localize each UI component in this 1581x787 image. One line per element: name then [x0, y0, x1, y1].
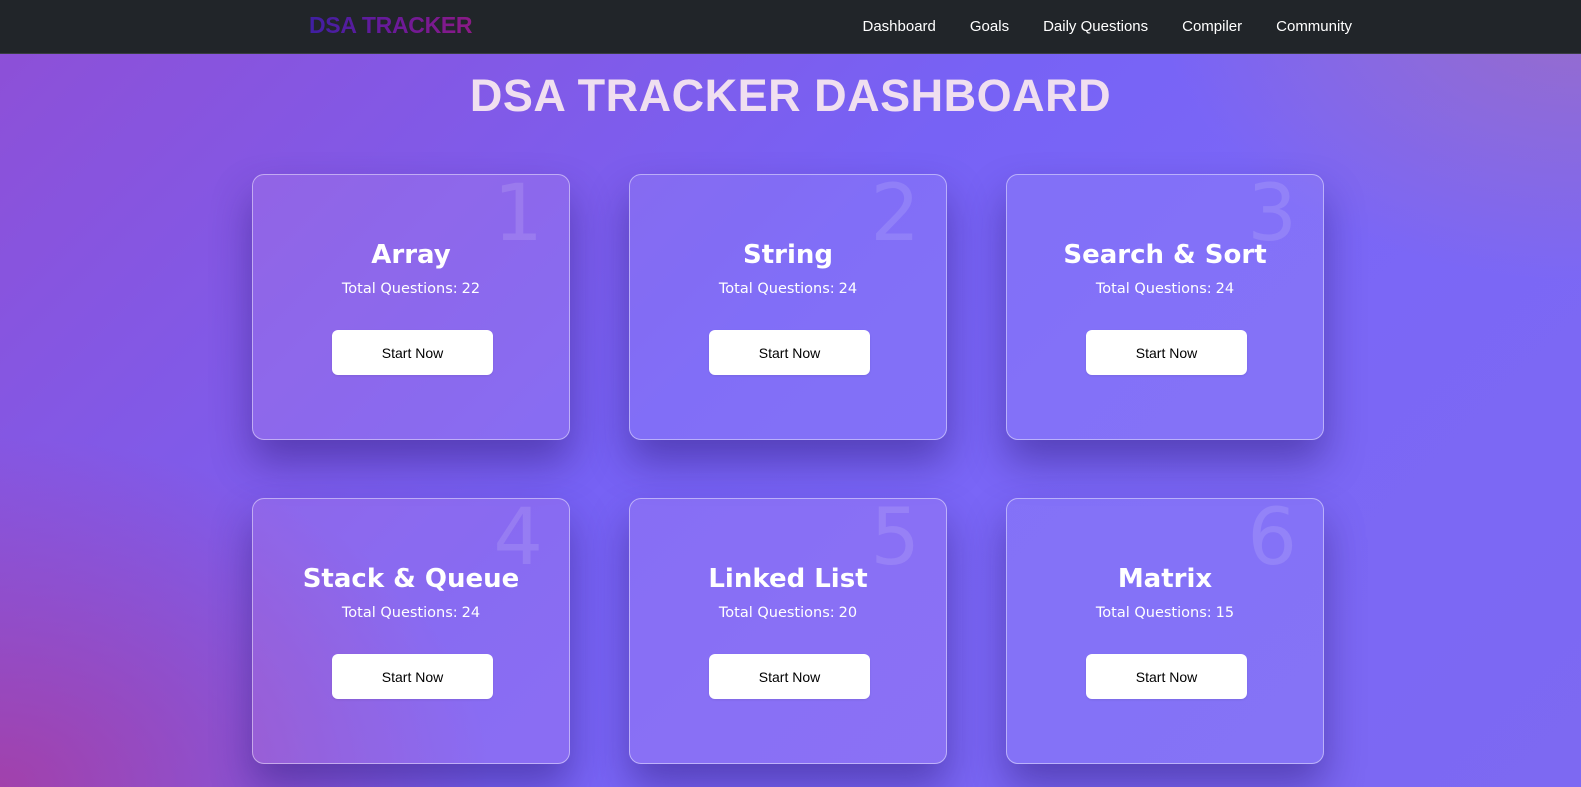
total-questions-count: 15 — [1215, 605, 1235, 621]
card-subtitle: Total Questions: 24 — [1007, 281, 1323, 297]
total-questions-label: Total Questions: — [341, 281, 458, 297]
topic-card-stack-queue: 4 Stack & Queue Total Questions: 24 Start… — [252, 498, 570, 764]
nav-link-dashboard[interactable]: Dashboard — [863, 18, 936, 35]
total-questions-count: 22 — [461, 281, 481, 297]
nav-link-compiler[interactable]: Compiler — [1182, 18, 1242, 35]
total-questions-label: Total Questions: — [718, 281, 835, 297]
card-title: Array — [371, 240, 451, 270]
brand-logo[interactable]: DSA TRACKER — [309, 12, 473, 39]
total-questions-count: 24 — [838, 281, 858, 297]
topic-card-matrix: 6 Matrix Total Questions: 15 Start Now — [1006, 498, 1324, 764]
card-title: Linked List — [708, 564, 868, 594]
card-subtitle: Total Questions: 24 — [253, 605, 569, 621]
topic-card-search-sort: 3 Search & Sort Total Questions: 24 Start… — [1006, 174, 1324, 440]
total-questions-label: Total Questions: — [1095, 605, 1212, 621]
start-now-button-stack-queue[interactable]: Start Now — [332, 654, 493, 699]
card-title: Stack & Queue — [302, 564, 520, 594]
nav-links: Dashboard Goals Daily Questions Compiler… — [829, 0, 1353, 53]
nav-link-daily-questions[interactable]: Daily Questions — [1043, 18, 1148, 35]
total-questions-count: 20 — [838, 605, 858, 621]
card-subtitle: Total Questions: 22 — [253, 281, 569, 297]
nav-link-goals[interactable]: Goals — [970, 18, 1009, 35]
total-questions-label: Total Questions: — [718, 605, 835, 621]
topic-card-linked-list: 5 Linked List Total Questions: 20 Start N… — [629, 498, 947, 764]
top-navbar: DSA TRACKER Dashboard Goals Daily Questi… — [0, 0, 1581, 54]
start-now-button-linked-list[interactable]: Start Now — [709, 654, 870, 699]
start-now-button-array[interactable]: Start Now — [332, 330, 493, 375]
total-questions-label: Total Questions: — [341, 605, 458, 621]
card-title: Matrix — [1117, 564, 1213, 594]
total-questions-count: 24 — [461, 605, 481, 621]
total-questions-count: 24 — [1215, 281, 1235, 297]
total-questions-label: Total Questions: — [1095, 281, 1212, 297]
page-title: DSA TRACKER DASHBOARD — [469, 70, 1112, 121]
card-subtitle: Total Questions: 15 — [1007, 605, 1323, 621]
topic-card-string: 2 String Total Questions: 24 Start Now — [629, 174, 947, 440]
nav-link-community[interactable]: Community — [1276, 18, 1352, 35]
card-title: String — [742, 240, 833, 270]
topic-card-array: 1 Array Total Questions: 22 Start Now — [252, 174, 570, 440]
card-subtitle: Total Questions: 24 — [630, 281, 946, 297]
start-now-button-search-sort[interactable]: Start Now — [1086, 330, 1247, 375]
start-now-button-matrix[interactable]: Start Now — [1086, 654, 1247, 699]
card-subtitle: Total Questions: 20 — [630, 605, 946, 621]
card-title: Search & Sort — [1063, 240, 1267, 270]
start-now-button-string[interactable]: Start Now — [709, 330, 870, 375]
